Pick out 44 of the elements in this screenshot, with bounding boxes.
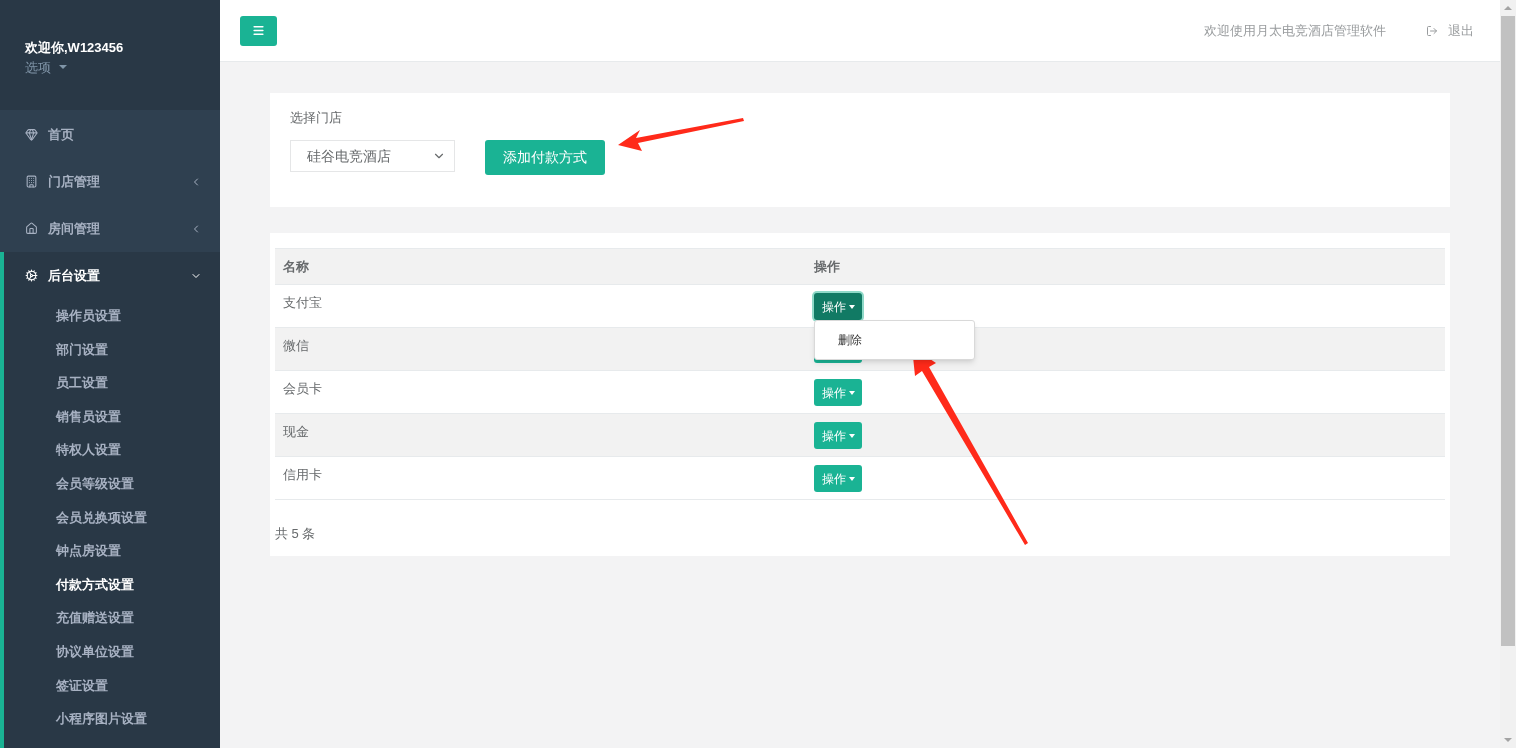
- nav-icon: [25, 128, 38, 141]
- nav-item[interactable]: 首页: [0, 111, 220, 158]
- submenu-item[interactable]: 员工设置: [4, 366, 220, 400]
- table-cell: 会员卡: [283, 381, 322, 396]
- submenu-item[interactable]: 小程序图片设置: [4, 702, 220, 736]
- nav-label: 后台设置: [48, 266, 101, 285]
- submenu-item[interactable]: 协议单位设置: [4, 634, 220, 669]
- nav-label: 门店管理: [48, 172, 101, 191]
- nav-icon: [25, 175, 38, 188]
- table-cell: 信用卡: [283, 467, 322, 482]
- nav-item[interactable]: 房间管理: [0, 205, 220, 252]
- action-dropdown-button[interactable]: 操作: [814, 293, 862, 320]
- submenu-item[interactable]: 操作员设置: [4, 299, 220, 333]
- menu-toggle-button[interactable]: [240, 15, 277, 46]
- submenu-item[interactable]: 充值赠送设置: [4, 601, 220, 635]
- submenu-item[interactable]: 付款方式设置: [4, 567, 220, 602]
- menu-item[interactable]: 删除: [815, 331, 862, 349]
- nav-icon: [25, 269, 38, 282]
- record-count: 共 5 条: [275, 526, 316, 541]
- store-label: 选择门店: [290, 109, 343, 127]
- nav-item[interactable]: 后台设置: [4, 252, 220, 299]
- options-dropdown[interactable]: 选项: [25, 57, 67, 77]
- submenu-item[interactable]: 签证设置: [4, 668, 220, 703]
- table-cell: 微信: [283, 338, 309, 353]
- welcome-text: 欢迎使用月太电竞酒店管理软件: [1204, 21, 1386, 40]
- submenu-item[interactable]: 会员兑换项设置: [4, 500, 220, 535]
- nav-item[interactable]: 门店管理: [0, 158, 220, 205]
- column-header: 操作: [814, 258, 840, 274]
- nav-label: 房间管理: [48, 219, 101, 238]
- nav-label: 首页: [48, 125, 75, 144]
- store-select[interactable]: 硅谷电竞酒店: [290, 140, 455, 172]
- menu-icon: [252, 24, 265, 37]
- column-header: 名称: [283, 258, 309, 274]
- user-greeting: 欢迎你,W123456: [25, 39, 125, 57]
- logout-link[interactable]: 退出: [1426, 20, 1474, 41]
- submenu-item[interactable]: 销售员设置: [4, 399, 220, 434]
- submenu-item[interactable]: 会员等级设置: [4, 466, 220, 501]
- logout-icon: [1426, 24, 1438, 37]
- submenu-item[interactable]: 特权人设置: [4, 433, 220, 467]
- submenu-item[interactable]: 钟点房设置: [4, 534, 220, 568]
- nav-icon: [25, 222, 38, 235]
- table-cell: 现金: [283, 424, 309, 439]
- submenu-item[interactable]: 部门设置: [4, 332, 220, 367]
- table-cell: 支付宝: [283, 295, 322, 310]
